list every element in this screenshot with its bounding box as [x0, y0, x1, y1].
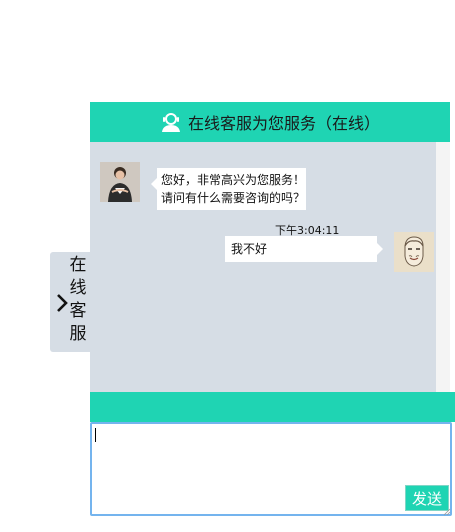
side-tab-char: 在	[69, 255, 87, 275]
side-tab-char: 客	[69, 301, 87, 321]
side-tab-label: 在 线 客 服	[68, 252, 88, 346]
composer-toolbar	[90, 392, 455, 422]
user-message-text: 我不好	[231, 242, 268, 256]
chat-scrollbar-thumb[interactable]	[438, 144, 448, 390]
message-input-container	[90, 422, 452, 516]
agent-message-line: 请问有什么需要咨询的吗？	[161, 191, 306, 205]
agent-message-bubble: 您好，非常高兴为您服务！ 请问有什么需要咨询的吗？	[151, 168, 306, 210]
text-caret	[95, 428, 96, 442]
agent-message-line: 您好，非常高兴为您服务！	[161, 173, 306, 187]
side-tab-char: 服	[69, 324, 87, 344]
chat-scrollbar[interactable]	[436, 142, 450, 392]
user-avatar	[394, 232, 434, 272]
chat-header: 在线客服为您服务（在线）	[90, 102, 450, 142]
chat-title: 在线客服为您服务（在线）	[187, 114, 380, 133]
agent-avatar	[100, 162, 140, 202]
side-tab-char: 线	[69, 278, 87, 298]
message-input[interactable]	[92, 424, 450, 514]
customer-service-agent-icon	[161, 113, 180, 132]
user-message-bubble: 我不好	[225, 236, 383, 262]
resize-grip-icon[interactable]	[443, 508, 451, 516]
message-list[interactable]: 您好，非常高兴为您服务！ 请问有什么需要咨询的吗？ 下午3:04:11 我不好	[90, 142, 436, 392]
chat-widget-page: 在 线 客 服 在线客服为您服务（在线） 您好，非常高兴为您服务！ 请问有什么需…	[0, 0, 455, 532]
online-service-side-tab[interactable]: 在 线 客 服	[50, 252, 90, 352]
